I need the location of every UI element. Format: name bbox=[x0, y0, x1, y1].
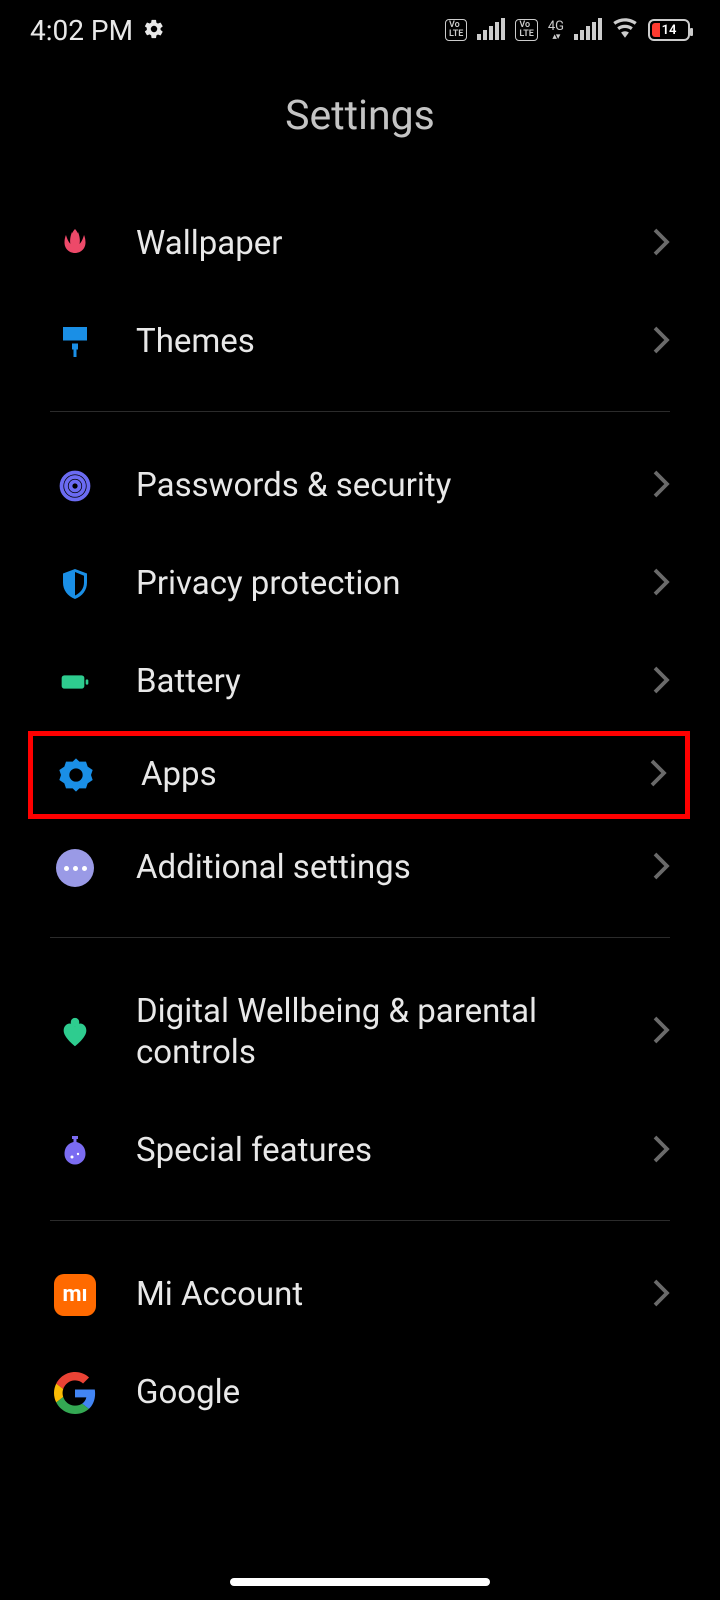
more-icon bbox=[54, 847, 96, 889]
gear-icon bbox=[55, 754, 97, 796]
mi-icon: mı bbox=[54, 1274, 96, 1316]
item-label: Google bbox=[136, 1372, 670, 1413]
chevron-right-icon bbox=[652, 469, 670, 503]
gear-icon bbox=[143, 14, 165, 47]
settings-item-apps[interactable]: Apps bbox=[55, 754, 667, 796]
settings-item-wellbeing[interactable]: Digital Wellbeing & parental controls bbox=[0, 963, 720, 1102]
divider bbox=[50, 937, 670, 938]
settings-item-google[interactable]: Google bbox=[0, 1344, 720, 1414]
chevron-right-icon bbox=[652, 1015, 670, 1049]
settings-item-battery[interactable]: Battery bbox=[0, 633, 720, 731]
settings-item-mi-account[interactable]: mı Mi Account bbox=[0, 1246, 720, 1344]
item-label: Additional settings bbox=[136, 847, 652, 888]
chevron-right-icon bbox=[652, 325, 670, 359]
settings-item-additional[interactable]: Additional settings bbox=[0, 819, 720, 917]
item-label: Wallpaper bbox=[136, 223, 652, 264]
battery-icon bbox=[54, 661, 96, 703]
highlight-annotation: Apps bbox=[28, 731, 690, 819]
flask-icon bbox=[54, 1130, 96, 1172]
heart-person-icon bbox=[54, 1011, 96, 1053]
item-label: Apps bbox=[141, 754, 649, 795]
signal-4g-icon: 4G ▴▾ bbox=[548, 19, 564, 42]
chevron-right-icon bbox=[649, 758, 667, 792]
volte-icon: VoLTE bbox=[445, 19, 467, 41]
chevron-right-icon bbox=[652, 665, 670, 699]
settings-group: Wallpaper Themes bbox=[0, 195, 720, 391]
settings-item-privacy[interactable]: Privacy protection bbox=[0, 535, 720, 633]
status-bar: 4:02 PM VoLTE VoLTE 4G ▴▾ 14 bbox=[0, 0, 720, 60]
status-left: 4:02 PM bbox=[30, 14, 165, 47]
settings-group: mı Mi Account Google bbox=[0, 1246, 720, 1414]
shield-icon bbox=[54, 563, 96, 605]
signal-icon bbox=[574, 20, 602, 40]
item-label: Battery bbox=[136, 661, 652, 702]
nav-pill[interactable] bbox=[230, 1578, 490, 1586]
battery-indicator: 14 bbox=[648, 19, 690, 41]
google-icon bbox=[54, 1372, 96, 1414]
divider bbox=[50, 1220, 670, 1221]
chevron-right-icon bbox=[652, 567, 670, 601]
page-title: Settings bbox=[0, 92, 720, 140]
settings-item-special[interactable]: Special features bbox=[0, 1102, 720, 1200]
volte-icon: VoLTE bbox=[515, 19, 537, 41]
chevron-right-icon bbox=[652, 1278, 670, 1312]
item-label: Themes bbox=[136, 321, 652, 362]
fingerprint-icon bbox=[54, 465, 96, 507]
status-right: VoLTE VoLTE 4G ▴▾ 14 bbox=[445, 15, 690, 45]
item-label: Privacy protection bbox=[136, 563, 652, 604]
settings-item-passwords[interactable]: Passwords & security bbox=[0, 437, 720, 535]
clock-text: 4:02 PM bbox=[30, 14, 133, 47]
tulip-icon bbox=[54, 223, 96, 265]
item-label: Special features bbox=[136, 1130, 652, 1171]
item-label: Digital Wellbeing & parental controls bbox=[136, 991, 652, 1074]
settings-item-themes[interactable]: Themes bbox=[0, 293, 720, 391]
wifi-icon bbox=[612, 15, 638, 45]
settings-item-wallpaper[interactable]: Wallpaper bbox=[0, 195, 720, 293]
settings-group: Passwords & security Privacy protection … bbox=[0, 437, 720, 917]
divider bbox=[50, 411, 670, 412]
chevron-right-icon bbox=[652, 227, 670, 261]
item-label: Mi Account bbox=[136, 1274, 652, 1315]
settings-group: Digital Wellbeing & parental controls Sp… bbox=[0, 963, 720, 1200]
item-label: Passwords & security bbox=[136, 465, 652, 506]
signal-icon bbox=[477, 20, 505, 40]
chevron-right-icon bbox=[652, 1134, 670, 1168]
chevron-right-icon bbox=[652, 851, 670, 885]
paintbrush-icon bbox=[54, 321, 96, 363]
